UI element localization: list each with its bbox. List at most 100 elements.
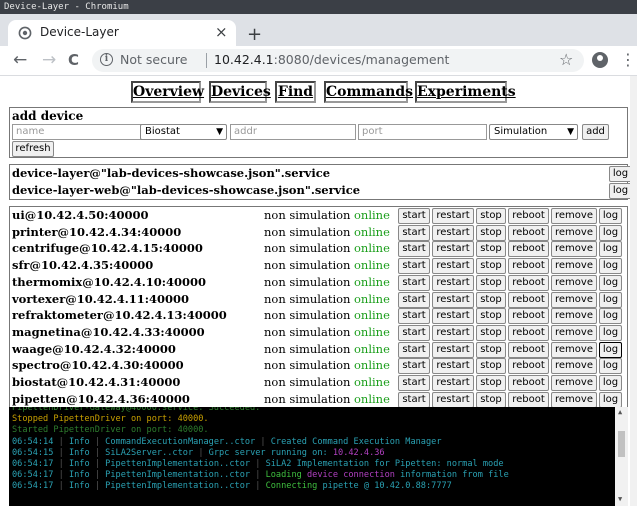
device-log-button[interactable]: log bbox=[599, 274, 622, 291]
device-reboot-button[interactable]: reboot bbox=[508, 224, 549, 241]
device-remove-button[interactable]: remove bbox=[551, 291, 597, 308]
device-restart-button[interactable]: restart bbox=[432, 258, 474, 275]
device-stop-button[interactable]: stop bbox=[476, 291, 506, 308]
log-terminal[interactable]: 06:54:17 | Info | PipettenImplementation… bbox=[9, 407, 628, 506]
device-start-button[interactable]: start bbox=[398, 291, 430, 308]
service-log-button[interactable]: log bbox=[609, 183, 632, 199]
device-remove-button[interactable]: remove bbox=[551, 341, 597, 358]
device-remove-button[interactable]: remove bbox=[551, 358, 597, 375]
device-stop-button[interactable]: stop bbox=[476, 375, 506, 391]
device-log-button[interactable]: log bbox=[599, 208, 622, 224]
device-log-button[interactable]: log bbox=[599, 358, 622, 375]
device-mode-select[interactable]: Simulation ▼ bbox=[489, 124, 578, 140]
new-tab-icon[interactable]: + bbox=[247, 26, 262, 44]
device-name-input[interactable]: name bbox=[12, 124, 144, 140]
scroll-thumb[interactable] bbox=[618, 431, 625, 457]
account-icon[interactable] bbox=[592, 52, 608, 68]
device-remove-button[interactable]: remove bbox=[551, 308, 597, 325]
device-reboot-button[interactable]: reboot bbox=[508, 341, 549, 358]
browser-tab[interactable]: Device-Layer × bbox=[8, 20, 236, 46]
info-icon[interactable]: i bbox=[100, 53, 113, 66]
device-restart-button[interactable]: restart bbox=[432, 241, 474, 258]
device-stop-button[interactable]: stop bbox=[476, 391, 506, 408]
device-restart-button[interactable]: restart bbox=[432, 391, 474, 408]
device-log-button[interactable]: log bbox=[599, 291, 622, 308]
device-log-button[interactable]: log bbox=[599, 341, 622, 358]
device-reboot-button[interactable]: reboot bbox=[508, 324, 549, 341]
address-bar[interactable]: i Not secure 10.42.4.1:8080/devices/mana… bbox=[92, 49, 584, 72]
device-stop-button[interactable]: stop bbox=[476, 358, 506, 375]
reload-icon[interactable]: C bbox=[68, 50, 79, 70]
device-type-select[interactable]: Biostat ▼ bbox=[140, 124, 227, 140]
device-reboot-button[interactable]: reboot bbox=[508, 291, 549, 308]
device-stop-button[interactable]: stop bbox=[476, 274, 506, 291]
device-log-button[interactable]: log bbox=[599, 375, 622, 391]
device-log-button[interactable]: log bbox=[599, 258, 622, 275]
device-start-button[interactable]: start bbox=[398, 258, 430, 275]
device-remove-button[interactable]: remove bbox=[551, 324, 597, 341]
device-remove-button[interactable]: remove bbox=[551, 274, 597, 291]
nav-overview-link[interactable]: Overview bbox=[131, 81, 204, 103]
device-reboot-button[interactable]: reboot bbox=[508, 391, 549, 408]
device-reboot-button[interactable]: reboot bbox=[508, 308, 549, 325]
terminal-scrollbar[interactable]: ▲ ▼ bbox=[615, 407, 628, 506]
device-start-button[interactable]: start bbox=[398, 241, 430, 258]
bookmark-star-icon[interactable]: ☆ bbox=[559, 50, 573, 69]
device-stop-button[interactable]: stop bbox=[476, 258, 506, 275]
device-stop-button[interactable]: stop bbox=[476, 324, 506, 341]
device-port-input[interactable]: port bbox=[358, 124, 487, 140]
device-start-button[interactable]: start bbox=[398, 341, 430, 358]
device-remove-button[interactable]: remove bbox=[551, 208, 597, 224]
device-restart-button[interactable]: restart bbox=[432, 274, 474, 291]
device-start-button[interactable]: start bbox=[398, 375, 430, 391]
device-start-button[interactable]: start bbox=[398, 324, 430, 341]
url-text[interactable]: 10.42.4.1:8080/devices/management bbox=[214, 52, 449, 67]
service-log-button[interactable]: log bbox=[609, 166, 632, 182]
device-remove-button[interactable]: remove bbox=[551, 375, 597, 391]
device-log-button[interactable]: log bbox=[599, 224, 622, 241]
device-reboot-button[interactable]: reboot bbox=[508, 208, 549, 224]
scroll-up-icon[interactable]: ▲ bbox=[618, 408, 622, 416]
device-reboot-button[interactable]: reboot bbox=[508, 274, 549, 291]
device-start-button[interactable]: start bbox=[398, 308, 430, 325]
device-stop-button[interactable]: stop bbox=[476, 241, 506, 258]
device-start-button[interactable]: start bbox=[398, 208, 430, 224]
device-reboot-button[interactable]: reboot bbox=[508, 358, 549, 375]
device-reboot-button[interactable]: reboot bbox=[508, 241, 549, 258]
back-icon[interactable]: ← bbox=[13, 50, 27, 70]
nav-find-link[interactable]: Find bbox=[275, 81, 316, 103]
device-log-button[interactable]: log bbox=[599, 391, 622, 408]
close-tab-icon[interactable]: × bbox=[215, 23, 228, 41]
device-restart-button[interactable]: restart bbox=[432, 308, 474, 325]
device-restart-button[interactable]: restart bbox=[432, 358, 474, 375]
device-reboot-button[interactable]: reboot bbox=[508, 258, 549, 275]
device-start-button[interactable]: start bbox=[398, 358, 430, 375]
device-reboot-button[interactable]: reboot bbox=[508, 375, 549, 391]
refresh-button[interactable]: refresh bbox=[12, 141, 54, 157]
device-stop-button[interactable]: stop bbox=[476, 341, 506, 358]
device-restart-button[interactable]: restart bbox=[432, 375, 474, 391]
device-log-button[interactable]: log bbox=[599, 308, 622, 325]
device-addr-input[interactable]: addr bbox=[230, 124, 356, 140]
device-start-button[interactable]: start bbox=[398, 391, 430, 408]
device-remove-button[interactable]: remove bbox=[551, 258, 597, 275]
device-remove-button[interactable]: remove bbox=[551, 224, 597, 241]
device-log-button[interactable]: log bbox=[599, 324, 622, 341]
device-restart-button[interactable]: restart bbox=[432, 291, 474, 308]
forward-icon[interactable]: → bbox=[42, 50, 56, 70]
nav-devices-link[interactable]: Devices bbox=[209, 81, 271, 103]
device-restart-button[interactable]: restart bbox=[432, 224, 474, 241]
nav-experiments-link[interactable]: Experiments bbox=[415, 81, 516, 103]
device-start-button[interactable]: start bbox=[398, 224, 430, 241]
page-scrollbar[interactable] bbox=[630, 76, 637, 506]
device-stop-button[interactable]: stop bbox=[476, 208, 506, 224]
device-restart-button[interactable]: restart bbox=[432, 341, 474, 358]
device-remove-button[interactable]: remove bbox=[551, 241, 597, 258]
menu-icon[interactable]: ⋮ bbox=[620, 50, 636, 69]
device-start-button[interactable]: start bbox=[398, 274, 430, 291]
scroll-down-icon[interactable]: ▼ bbox=[618, 495, 622, 503]
device-stop-button[interactable]: stop bbox=[476, 308, 506, 325]
device-restart-button[interactable]: restart bbox=[432, 208, 474, 224]
device-restart-button[interactable]: restart bbox=[432, 324, 474, 341]
device-stop-button[interactable]: stop bbox=[476, 224, 506, 241]
